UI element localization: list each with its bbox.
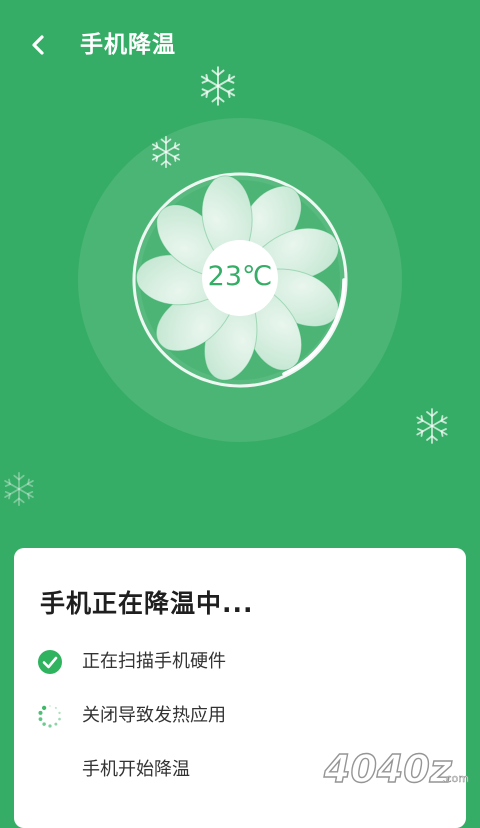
top-bar: 手机降温 bbox=[0, 0, 480, 90]
step-close-apps: 关闭导致发热应用 bbox=[36, 700, 456, 732]
chevron-left-icon bbox=[32, 35, 44, 55]
step-label: 手机开始降温 bbox=[82, 759, 190, 780]
back-button[interactable] bbox=[22, 28, 56, 62]
watermark-suffix: .com bbox=[442, 772, 469, 785]
site-watermark: 4040z .com bbox=[318, 738, 476, 794]
snowflake-icon bbox=[196, 64, 240, 108]
check-circle-icon bbox=[36, 648, 64, 676]
temperature-readout: 23℃ bbox=[207, 261, 273, 292]
watermark-text: 4040z bbox=[323, 747, 453, 791]
step-scan-hardware: 正在扫描手机硬件 bbox=[36, 646, 456, 678]
snowflake-icon bbox=[0, 470, 38, 508]
card-title: 手机正在降温中... bbox=[40, 589, 254, 618]
step-label: 正在扫描手机硬件 bbox=[82, 651, 226, 672]
step-label: 关闭导致发热应用 bbox=[82, 705, 226, 726]
page-title: 手机降温 bbox=[80, 32, 176, 58]
snowflake-icon bbox=[412, 406, 452, 446]
loading-spinner-icon bbox=[36, 702, 64, 730]
